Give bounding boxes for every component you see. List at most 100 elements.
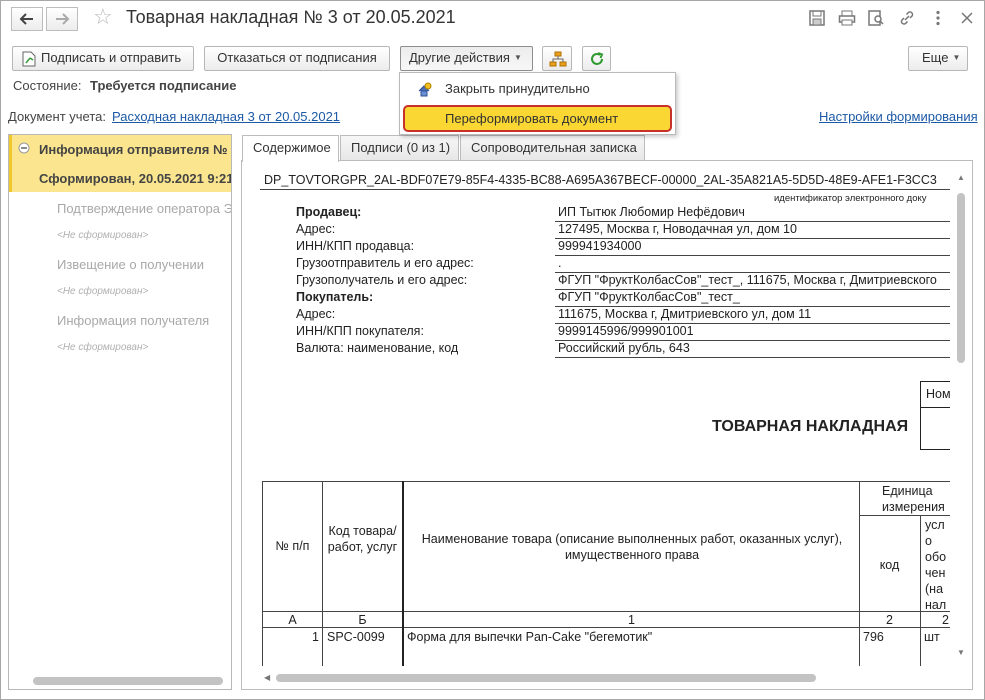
field-value: 111675, Москва г, Дмитриевского ул, дом … bbox=[558, 307, 812, 321]
collapse-icon[interactable] bbox=[18, 142, 30, 154]
arrow-left-icon bbox=[19, 13, 33, 25]
close-icon[interactable] bbox=[958, 9, 976, 27]
chevron-down-icon: ▼ bbox=[952, 53, 961, 62]
horizontal-scroll-thumb[interactable] bbox=[276, 674, 816, 682]
favorite-star-icon[interactable]: ☆ bbox=[93, 5, 113, 29]
field-underline bbox=[555, 255, 950, 256]
file-id: DP_TOVTORGPR_2AL-BDF07E79-85F4-4335-BC88… bbox=[264, 173, 937, 187]
field-label: Адрес: bbox=[296, 307, 336, 321]
other-actions-button[interactable]: Другие действия ▼ bbox=[400, 46, 533, 71]
field-label: Грузоотправитель и его адрес: bbox=[296, 256, 474, 270]
print-icon[interactable] bbox=[838, 9, 856, 27]
tree-item-note: <Не сформирован> bbox=[57, 230, 149, 241]
doc-ref-link[interactable]: Расходная накладная 3 от 20.05.2021 bbox=[112, 109, 340, 124]
tree-scroll-thumb[interactable] bbox=[33, 677, 223, 685]
horizontal-scrollbar[interactable]: ◀ bbox=[242, 667, 972, 689]
nomer-header: Номе bbox=[926, 387, 950, 401]
field-value: . bbox=[558, 256, 562, 270]
other-actions-dropdown: Закрыть принудительно Переформировать до… bbox=[399, 72, 676, 135]
menu-item-force-close-label: Закрыть принудительно bbox=[445, 81, 590, 96]
idx-2: 2 bbox=[886, 613, 893, 627]
sign-and-send-label: Подписать и отправить bbox=[41, 50, 182, 65]
save-icon[interactable] bbox=[808, 9, 826, 27]
document-title: ТОВАРНАЯ НАКЛАДНАЯ bbox=[712, 418, 909, 435]
col-name-header: Наименование товара (описание выполненны… bbox=[421, 532, 843, 562]
field-value: Российский рубль, 643 bbox=[558, 341, 690, 355]
chevron-down-icon: ▼ bbox=[513, 53, 522, 62]
document-window: ☆ Товарная накладная № 3 от 20.05.2021 П… bbox=[0, 0, 985, 700]
refresh-icon bbox=[591, 52, 604, 65]
tree-item-note: <Не сформирован> bbox=[57, 286, 149, 297]
scroll-left-icon[interactable]: ◀ bbox=[264, 673, 270, 682]
col-code-header: Код товара/ работ, услуг bbox=[327, 524, 398, 554]
refresh-button[interactable] bbox=[582, 46, 611, 71]
structure-button[interactable] bbox=[542, 46, 572, 71]
col-unit-header: Единица измерения bbox=[882, 484, 945, 514]
status-label: Состояние: bbox=[13, 78, 82, 93]
tab-signatures[interactable]: Подписи (0 из 1) bbox=[340, 135, 459, 161]
row-unit-name: шт bbox=[924, 630, 940, 644]
more-button[interactable]: Еще ▼ bbox=[908, 46, 968, 71]
document-tree-panel: Информация отправителя № Сформирован, 20… bbox=[8, 134, 232, 690]
tab-cover-note[interactable]: Сопроводительная записка bbox=[460, 135, 645, 161]
row-code: SPC-0099 bbox=[327, 630, 385, 644]
field-value: ИП Тытюк Любомир Нефёдович bbox=[558, 205, 745, 219]
close-force-icon bbox=[418, 82, 432, 97]
window-title: Товарная накладная № 3 от 20.05.2021 bbox=[126, 7, 456, 27]
field-label: Продавец: bbox=[296, 205, 362, 219]
arrow-right-icon bbox=[56, 13, 70, 25]
refuse-signing-button[interactable]: Отказаться от подписания bbox=[204, 46, 390, 71]
more-menu-icon[interactable] bbox=[929, 9, 947, 27]
document-preview: DP_TOVTORGPR_2AL-BDF07E79-85F4-4335-BC88… bbox=[242, 161, 950, 666]
tree-item-label[interactable]: Подтверждение оператора Э bbox=[57, 201, 231, 216]
row-name: Форма для выпечки Pan-Cake "бегемотик" bbox=[407, 630, 653, 644]
preview-icon[interactable] bbox=[867, 9, 885, 27]
field-label: Грузополучатель и его адрес: bbox=[296, 273, 468, 287]
vertical-scroll-thumb[interactable] bbox=[957, 193, 965, 363]
idx-2b: 2 bbox=[942, 613, 949, 627]
more-label: Еще bbox=[922, 50, 949, 65]
tree-item-label[interactable]: Информация получателя bbox=[57, 313, 209, 328]
forward-button[interactable] bbox=[46, 7, 78, 31]
sign-and-send-button[interactable]: Подписать и отправить bbox=[12, 46, 194, 71]
doc-ref-label: Документ учета: bbox=[8, 109, 107, 124]
scroll-down-icon[interactable]: ▼ bbox=[957, 648, 965, 657]
vertical-scrollbar[interactable]: ▲ ▼ bbox=[950, 161, 972, 666]
other-actions-label: Другие действия bbox=[409, 50, 510, 65]
status-value: Требуется подписание bbox=[90, 78, 237, 93]
hierarchy-icon bbox=[549, 51, 567, 67]
document-content: DP_TOVTORGPR_2AL-BDF07E79-85F4-4335-BC88… bbox=[241, 160, 973, 690]
tree-horizontal-scrollbar[interactable] bbox=[8, 673, 232, 690]
row-unit-code: 796 bbox=[863, 630, 884, 644]
tree-selected-status: Сформирован, 20.05.2021 9:21 bbox=[39, 171, 232, 186]
col-num-header: № п/п bbox=[275, 539, 310, 553]
field-value: ФГУП "ФруктКолбасСов"_тест_ bbox=[558, 290, 740, 304]
sign-document-icon bbox=[22, 51, 36, 67]
file-id-caption: идентификатор электронного доку bbox=[774, 193, 927, 204]
field-underline bbox=[555, 357, 950, 358]
field-label: ИНН/КПП покупателя: bbox=[296, 324, 424, 338]
field-value: 127495, Москва г, Новодачная ул, дом 10 bbox=[558, 222, 797, 236]
field-label: Покупатель: bbox=[296, 290, 374, 304]
field-label: Адрес: bbox=[296, 222, 336, 236]
link-icon[interactable] bbox=[898, 9, 916, 27]
back-button[interactable] bbox=[11, 7, 43, 31]
col-unit-code-header: код bbox=[879, 558, 900, 572]
field-value: 9999145996/999901001 bbox=[558, 324, 694, 338]
scroll-up-icon[interactable]: ▲ bbox=[957, 173, 965, 182]
tree-item-label[interactable]: Извещение о получении bbox=[57, 257, 204, 272]
idx-a: А bbox=[288, 613, 297, 627]
tree-item-note: <Не сформирован> bbox=[57, 342, 149, 353]
menu-item-reformat-document[interactable]: Переформировать документ bbox=[403, 105, 672, 132]
settings-link[interactable]: Настройки формирования bbox=[819, 109, 978, 124]
field-label: Валюта: наименование, код bbox=[296, 341, 459, 355]
idx-b: Б bbox=[358, 613, 367, 627]
menu-item-force-close[interactable]: Закрыть принудительно bbox=[400, 76, 675, 102]
idx-1: 1 bbox=[628, 613, 635, 627]
field-value: ФГУП "ФруктКолбасСов"_тест_, 111675, Мос… bbox=[558, 273, 937, 287]
tree-selected-title: Информация отправителя № bbox=[39, 142, 228, 157]
field-label: ИНН/КПП продавца: bbox=[296, 239, 415, 253]
row-num: 1 bbox=[312, 630, 319, 644]
tab-content[interactable]: Содержимое bbox=[242, 135, 339, 162]
field-value: 999941934000 bbox=[558, 239, 642, 253]
